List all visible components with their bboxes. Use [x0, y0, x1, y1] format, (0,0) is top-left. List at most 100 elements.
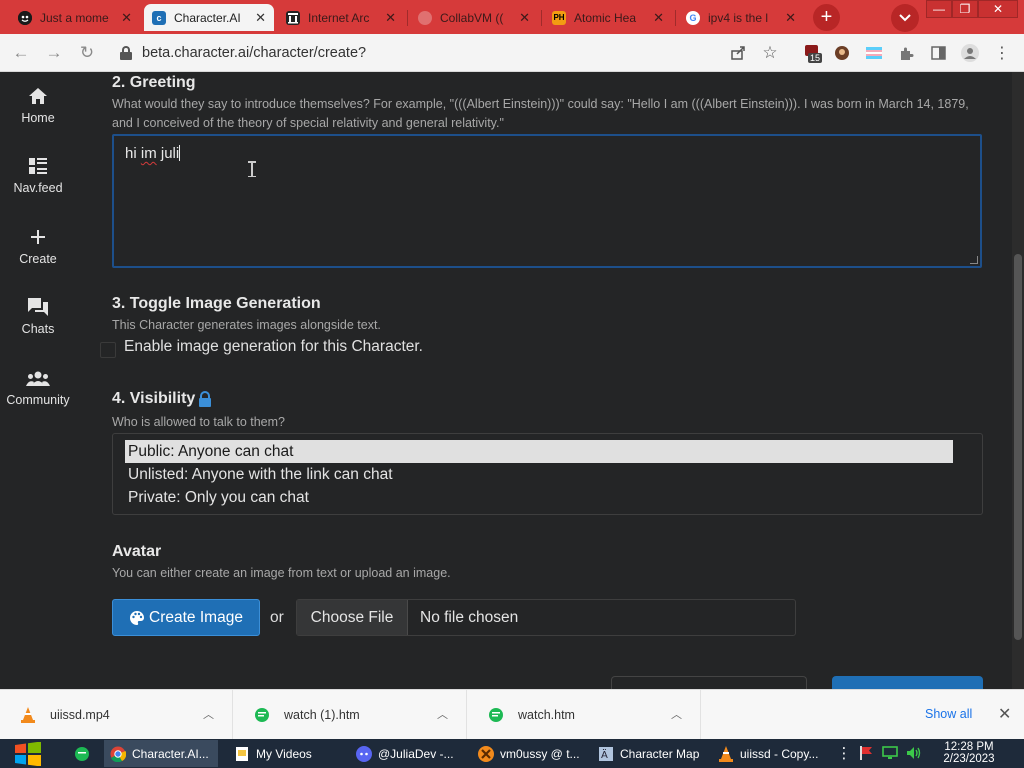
tray-volume-icon[interactable]	[906, 744, 922, 762]
minimize-window-icon[interactable]: —	[926, 0, 952, 18]
svg-text:Ä: Ä	[601, 748, 608, 761]
sidebar-item-label: Community	[6, 393, 70, 407]
create-image-button[interactable]: Create Image	[112, 599, 260, 636]
clock-time: 12:28 PM	[944, 741, 994, 753]
sidebar-item-chats[interactable]: Chats	[0, 295, 76, 336]
avatar-heading: Avatar	[112, 543, 162, 560]
sidebar-item-create[interactable]: Create	[0, 225, 76, 266]
close-tab-icon[interactable]: ✕	[255, 10, 266, 26]
forward-arrow-icon[interactable]: →	[42, 41, 66, 65]
tab-ipv4[interactable]: G ipv4 is the l ✕	[678, 4, 804, 31]
greeting-hint: What would they say to introduce themsel…	[112, 97, 969, 130]
sidebar-item-community[interactable]: Community	[0, 366, 76, 407]
taskbar-app-chrome[interactable]: Character.AI...	[104, 740, 218, 767]
taskbar-pinned-app[interactable]	[68, 740, 94, 767]
tab-internet-archive[interactable]: Internet Arc ✕	[278, 4, 404, 31]
download-filename: watch.htm	[518, 708, 575, 722]
image-generation-heading: 3. Toggle Image Generation	[112, 295, 321, 312]
extensions-puzzle-icon[interactable]	[896, 43, 916, 63]
greeting-word: hi	[125, 145, 137, 162]
browser-menu-icon[interactable]: ⋮	[992, 43, 1012, 63]
scrollbar-thumb[interactable]	[1014, 254, 1022, 640]
taskbar-clock[interactable]: 12:28 PM 2/23/2023	[936, 741, 1002, 765]
visibility-listbox[interactable]: Public: Anyone can chat Unlisted: Anyone…	[112, 433, 983, 515]
character-map-icon: Ä	[598, 746, 614, 762]
close-tab-icon[interactable]: ✕	[653, 10, 664, 26]
tab-collabvm[interactable]: CollabVM (( ✕	[410, 4, 538, 31]
sidebar-item-home[interactable]: Home	[0, 84, 76, 125]
chevron-up-icon[interactable]: ︿	[671, 706, 682, 722]
tab-search-chevron-icon[interactable]	[891, 4, 919, 32]
tab-just-a-moment[interactable]: Just a mome ✕	[10, 4, 140, 31]
sidebar-item-label: Chats	[21, 322, 55, 336]
choose-file-button[interactable]: Choose File	[297, 600, 408, 635]
greeting-textarea[interactable]: hi im juli	[112, 134, 982, 268]
taskbar-app-label: My Videos	[256, 746, 312, 761]
address-bar[interactable]: beta.character.ai/character/create?	[108, 38, 788, 68]
download-item[interactable]: watch (1).htm ︿	[234, 690, 467, 740]
chat-app-icon	[74, 746, 90, 762]
discord-icon	[356, 745, 372, 762]
close-tab-icon[interactable]: ✕	[385, 10, 396, 26]
tray-overflow-icon[interactable]: ⋮	[836, 744, 852, 762]
taskbar-app-discord[interactable]: @JuliaDev -...	[350, 740, 462, 767]
close-shelf-icon[interactable]: ✕	[998, 704, 1011, 724]
secondary-action-button[interactable]	[611, 676, 807, 689]
chrome-icon	[110, 746, 126, 762]
chevron-up-icon[interactable]: ︿	[437, 706, 448, 722]
file-status-text: No file chosen	[420, 608, 519, 626]
tray-network-icon[interactable]	[882, 744, 898, 762]
extension-badge-icon[interactable]: 15	[802, 43, 823, 63]
page-scrollbar[interactable]	[1012, 72, 1024, 689]
visibility-option-public[interactable]: Public: Anyone can chat	[125, 440, 953, 463]
primary-action-button[interactable]	[832, 676, 983, 689]
download-filename: uiissd.mp4	[50, 708, 110, 722]
greeting-word-misspelled: im	[140, 145, 157, 162]
avatar-file-input[interactable]: Choose File No file chosen	[296, 599, 796, 636]
extension-badge-count: 15	[808, 53, 823, 63]
download-item[interactable]: uiissd.mp4 ︿	[0, 690, 233, 740]
taskbar-app-explorer[interactable]: My Videos	[228, 740, 340, 767]
share-icon[interactable]	[728, 43, 748, 63]
show-all-downloads-link[interactable]: Show all	[925, 707, 972, 721]
tab-character-ai[interactable]: c Character.AI ✕	[144, 4, 274, 31]
chevron-up-icon[interactable]: ︿	[203, 706, 214, 722]
taskbar-app-vlc[interactable]: uiissd - Copy...	[712, 740, 824, 767]
vm-x-icon	[478, 745, 494, 762]
resize-handle-icon[interactable]	[970, 256, 978, 264]
start-button[interactable]	[8, 740, 48, 767]
reload-icon[interactable]: ↻	[75, 41, 99, 65]
visibility-hint: Who is allowed to talk to them?	[112, 415, 285, 429]
image-generation-checkbox[interactable]	[100, 342, 116, 358]
tray-flag-icon[interactable]	[858, 744, 874, 762]
close-tab-icon[interactable]: ✕	[785, 10, 796, 26]
image-generation-checkbox-label[interactable]: Enable image generation for this Charact…	[124, 338, 423, 356]
profile-avatar-icon[interactable]	[960, 43, 980, 63]
palette-icon	[129, 610, 145, 626]
download-item[interactable]: watch.htm ︿	[468, 690, 701, 740]
restore-window-icon[interactable]: ❐	[952, 0, 978, 18]
lock-icon	[198, 391, 212, 407]
side-panel-icon[interactable]	[928, 43, 948, 63]
greeting-word: juli	[160, 145, 180, 162]
close-window-icon[interactable]: ✕	[978, 0, 1018, 18]
profile-extension-icon[interactable]	[832, 43, 852, 63]
visibility-option-unlisted[interactable]: Unlisted: Anyone with the link can chat	[125, 463, 953, 486]
sidebar-item-nav-feed[interactable]: Nav.feed	[0, 154, 76, 195]
windows-taskbar: Character.AI... My Videos @JuliaDev -...…	[0, 739, 1024, 768]
visibility-option-private[interactable]: Private: Only you can chat	[125, 486, 953, 509]
close-tab-icon[interactable]: ✕	[519, 10, 530, 26]
taskbar-app-charmap[interactable]: Ä Character Map	[592, 740, 704, 767]
new-tab-plus-icon[interactable]: +	[813, 4, 840, 31]
tab-separator	[675, 10, 676, 26]
greeting-heading: 2. Greeting	[112, 74, 196, 91]
bookmark-star-icon[interactable]: ☆	[760, 43, 780, 63]
close-tab-icon[interactable]: ✕	[121, 10, 132, 26]
tab-atomic-heart[interactable]: PH Atomic Hea ✕	[544, 4, 672, 31]
taskbar-app-label: Character Map	[620, 746, 700, 761]
back-arrow-icon[interactable]: ←	[9, 41, 33, 65]
flag-extension-icon[interactable]	[864, 43, 884, 63]
lock-icon[interactable]	[120, 46, 132, 60]
tab-title: Internet Arc	[308, 10, 370, 25]
taskbar-app-vm[interactable]: vm0ussy @ t...	[472, 740, 584, 767]
